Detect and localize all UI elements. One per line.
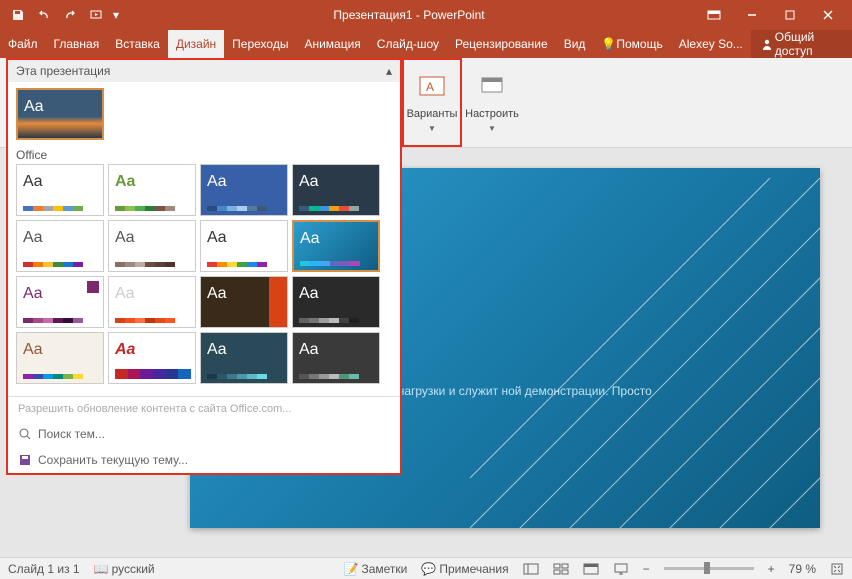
section-label: Office [16,148,47,162]
chevron-down-icon: ▼ [488,124,496,133]
theme-item[interactable]: Aa [200,276,288,328]
tab-help-label: Помощь [616,37,662,51]
window-controls [696,3,846,27]
theme-item[interactable]: Aa [16,332,104,384]
theme-item[interactable]: Aa [108,220,196,272]
share-button[interactable]: Общий доступ [751,30,852,58]
tab-design[interactable]: Дизайн [168,30,224,58]
dropdown-section-this: Эта презентация ▴ [8,60,400,82]
notes-button[interactable]: 📝 Заметки [344,562,408,576]
variants-group[interactable]: A Варианты ▼ [402,58,462,147]
zoom-slider[interactable] [664,567,754,570]
minimize-button[interactable] [734,3,770,27]
theme-item[interactable]: Aa [108,332,196,384]
link-label: Поиск тем... [38,427,105,441]
save-theme-icon [18,453,32,467]
scroll-up-icon[interactable]: ▴ [386,64,392,78]
account-menu[interactable]: Alexey So... [671,30,751,58]
zoom-in-button[interactable]: + [768,562,775,576]
tab-home[interactable]: Главная [46,30,108,58]
tab-insert[interactable]: Вставка [107,30,168,58]
theme-item[interactable]: Aa [292,220,380,272]
customize-group[interactable]: Настроить ▼ [462,58,522,147]
undo-button[interactable] [32,3,56,27]
themes-dropdown: Эта презентация ▴ Aa Office Aa Aa Aa Aa … [6,58,402,475]
tab-slideshow[interactable]: Слайд-шоу [369,30,447,58]
tab-view[interactable]: Вид [556,30,594,58]
comments-label: Примечания [439,562,508,576]
language-label: русский [112,562,155,576]
zoom-level[interactable]: 79 % [789,562,816,576]
dropdown-footer: Разрешить обновление контента с сайта Of… [8,396,400,473]
title-bar: ▾ Презентация1 - PowerPoint [0,0,852,30]
variants-label: Варианты [407,108,458,120]
status-bar: Слайд 1 из 1 📖 русский 📝 Заметки 💬 Приме… [0,557,852,579]
theme-item[interactable]: Aa [292,332,380,384]
normal-view-button[interactable] [523,562,539,576]
slide-sorter-button[interactable] [553,562,569,576]
theme-current[interactable]: Aa [16,88,104,140]
variants-icon: A [416,72,448,104]
theme-item[interactable]: Aa [108,276,196,328]
theme-item[interactable]: Aa [292,164,380,216]
ribbon-tabs: Файл Главная Вставка Дизайн Переходы Ани… [0,30,852,58]
tab-review[interactable]: Рецензирование [447,30,556,58]
section-label: Эта презентация [16,64,110,78]
redo-button[interactable] [58,3,82,27]
language-button[interactable]: 📖 русский [94,562,155,576]
tab-help[interactable]: 💡 Помощь [593,30,670,58]
update-content-link: Разрешить обновление контента с сайта Of… [8,397,400,421]
dropdown-section-office: Office [16,146,392,164]
svg-text:A: A [426,80,434,94]
theme-item[interactable]: Aa [16,276,104,328]
share-label: Общий доступ [775,30,842,58]
save-theme-link[interactable]: Сохранить текущую тему... [8,447,400,473]
reading-view-button[interactable] [583,562,599,576]
chevron-down-icon: ▼ [428,124,436,133]
comments-button[interactable]: 💬 Примечания [421,562,508,576]
theme-item[interactable]: Aa [16,220,104,272]
decorative-lines [470,178,820,528]
theme-item[interactable]: Aa [200,164,288,216]
slideshow-view-button[interactable] [613,562,629,576]
customize-label: Настроить [465,108,519,120]
notes-label: Заметки [361,562,407,576]
tab-animations[interactable]: Анимация [296,30,368,58]
ribbon-display-button[interactable] [696,3,732,27]
link-label: Сохранить текущую тему... [38,453,188,467]
theme-item[interactable]: Aa [200,220,288,272]
theme-item[interactable]: Aa [108,164,196,216]
theme-item[interactable]: Aa [292,276,380,328]
tab-file[interactable]: Файл [0,30,46,58]
slide-counter[interactable]: Слайд 1 из 1 [8,562,80,576]
customize-icon [476,72,508,104]
close-button[interactable] [810,3,846,27]
maximize-button[interactable] [772,3,808,27]
zoom-out-button[interactable]: − [643,562,650,576]
theme-item[interactable]: Aa [200,332,288,384]
quick-access-toolbar: ▾ [6,3,122,27]
search-themes-link[interactable]: Поиск тем... [8,421,400,447]
qat-customize-icon[interactable]: ▾ [110,3,122,27]
search-icon [18,427,32,441]
theme-item[interactable]: Aa [16,164,104,216]
window-title: Презентация1 - PowerPoint [122,8,696,22]
tab-transitions[interactable]: Переходы [224,30,296,58]
start-slideshow-button[interactable] [84,3,108,27]
person-icon [761,38,771,50]
save-button[interactable] [6,3,30,27]
fit-window-button[interactable] [830,562,844,576]
